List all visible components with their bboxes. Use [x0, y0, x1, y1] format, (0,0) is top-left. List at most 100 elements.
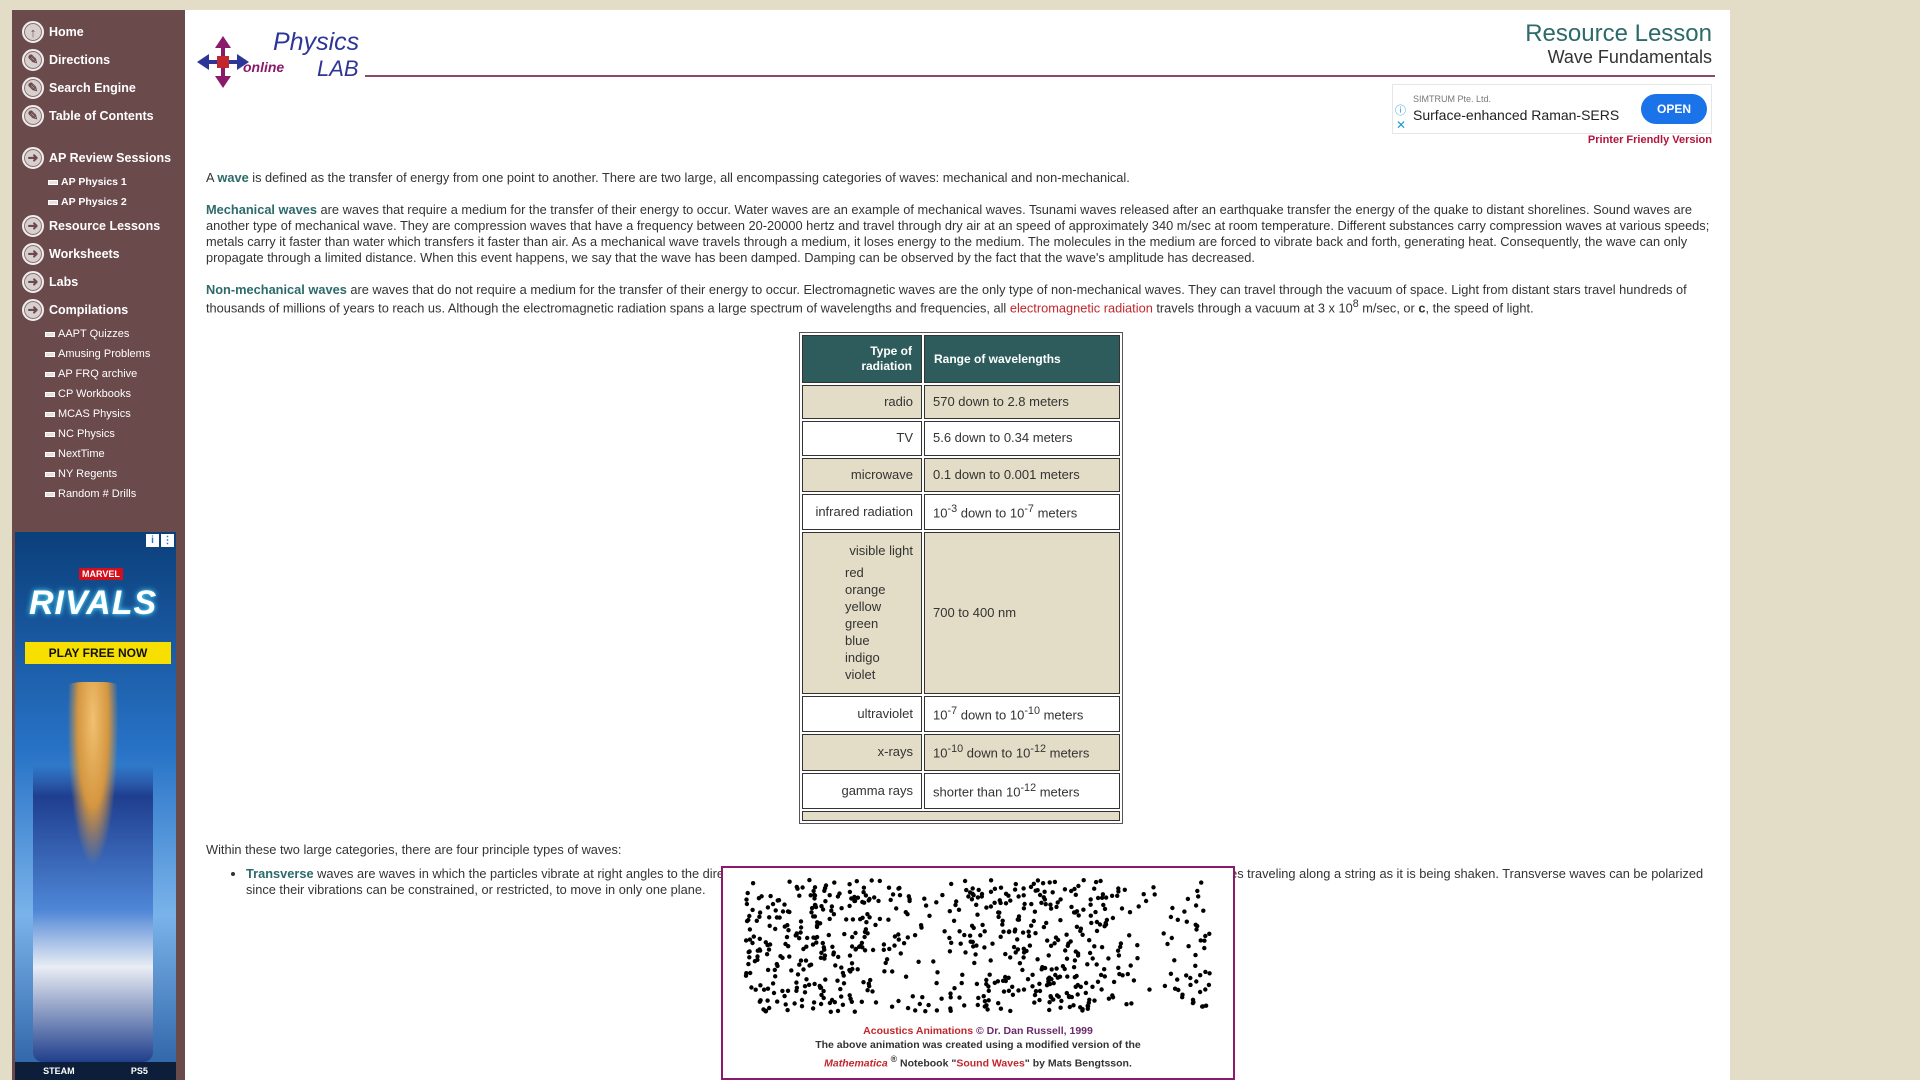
- nav-ap-review-sessions[interactable]: ➜ AP Review Sessions: [12, 144, 185, 172]
- printer-friendly-link[interactable]: Printer Friendly Version: [1588, 134, 1712, 146]
- particle-dot: [757, 999, 762, 1004]
- site-logo[interactable]: Physics online LAB: [195, 24, 365, 88]
- particle-dot: [855, 967, 860, 972]
- nav-ny-regents[interactable]: NY Regents: [12, 464, 185, 484]
- nav-table-of-contents[interactable]: ✎ Table of Contents: [12, 102, 185, 130]
- particle-dot: [838, 986, 843, 992]
- nav-sub-label: NY Regents: [58, 468, 118, 480]
- particle-dot: [795, 886, 800, 891]
- text: shorter than 10: [933, 784, 1021, 800]
- nav-mcas-physics[interactable]: MCAS Physics: [12, 404, 185, 424]
- close-icon[interactable]: ✕: [1396, 118, 1406, 132]
- nav-sub-label: AP Physics 1: [61, 176, 127, 188]
- particle-dot: [988, 958, 993, 963]
- particle-dot: [957, 995, 962, 1000]
- nav-sub-label: Amusing Problems: [58, 348, 151, 360]
- particle-dot: [1124, 1002, 1129, 1007]
- particle-dot: [1186, 944, 1191, 949]
- particle-dot: [862, 934, 867, 940]
- particle-dot: [798, 930, 803, 935]
- nav-label: Labs: [49, 275, 79, 289]
- particle-dot: [947, 935, 952, 941]
- nav-directions[interactable]: ✎ Directions: [12, 46, 185, 74]
- particle-dot: [1206, 982, 1212, 988]
- nav-resource-lessons[interactable]: ➜ Resource Lessons: [12, 212, 185, 240]
- particle-dot: [1001, 929, 1006, 934]
- particle-dot: [772, 967, 777, 973]
- particle-dot: [1056, 994, 1061, 999]
- particle-dot: [1021, 886, 1026, 891]
- ad-cta-button[interactable]: PLAY FREE NOW: [25, 642, 171, 664]
- nav-label: Compilations: [49, 303, 129, 317]
- particle-dot: [1065, 943, 1070, 948]
- nav-cp-workbooks[interactable]: CP Workbooks: [12, 384, 185, 404]
- info-icon[interactable]: i: [146, 534, 159, 547]
- nav-home[interactable]: ↑ Home: [12, 18, 185, 46]
- wavelength-range: 700 to 400 nm: [924, 532, 1120, 694]
- nav-search-engine[interactable]: ✎ Search Engine: [12, 74, 185, 102]
- wavelength-range: shorter than 10-12 meters: [924, 772, 1120, 810]
- particle-dot: [1050, 890, 1055, 895]
- nav-ap-physics-2[interactable]: AP Physics 2: [12, 192, 185, 212]
- particle-dot: [847, 889, 853, 895]
- particle-dot: [1175, 917, 1180, 922]
- mathematica-link[interactable]: Mathematica: [824, 1058, 888, 1070]
- table-row: TV 5.6 down to 0.34 meters: [802, 421, 1120, 456]
- menu-dots-icon[interactable]: ⋮: [161, 534, 174, 547]
- particle-dot: [1029, 923, 1034, 928]
- nav-aapt-quizzes[interactable]: AAPT Quizzes: [12, 324, 185, 344]
- acoustics-animations-link[interactable]: Acoustics Animations: [863, 1025, 973, 1037]
- particle-dot: [1165, 941, 1170, 947]
- ad-brand: MARVEL: [79, 568, 123, 580]
- particle-dot: [969, 923, 975, 928]
- particle-dot: [1074, 924, 1080, 929]
- particle-dot: [1033, 931, 1038, 936]
- nav-compilations[interactable]: ➜ Compilations: [12, 296, 185, 324]
- particle-dot: [1081, 878, 1086, 883]
- particle-dot: [1006, 988, 1012, 993]
- particle-dot: [986, 998, 991, 1003]
- em-radiation-link[interactable]: electromagnetic radiation: [1010, 300, 1153, 315]
- sound-waves-link[interactable]: Sound Waves: [956, 1058, 1024, 1070]
- particle-dot: [847, 882, 852, 887]
- particle-dot: [798, 925, 804, 930]
- dash-icon: [45, 491, 55, 497]
- ad-sponsor: SIMTRUM Pte. Ltd.: [1413, 94, 1492, 104]
- particle-dot: [766, 947, 772, 952]
- particle-dot: [1115, 948, 1121, 953]
- particle-dot: [789, 968, 794, 973]
- particle-dot: [912, 933, 918, 938]
- sidebar: ↑ Home ✎ Directions ✎ Search Engine ✎ Ta…: [12, 10, 185, 1080]
- ad-open-button[interactable]: OPEN: [1641, 94, 1707, 124]
- dash-icon: [45, 471, 55, 477]
- info-icon[interactable]: ⓘ: [1395, 102, 1406, 118]
- particle-dot: [808, 893, 813, 898]
- nav-ap-frq-archive[interactable]: AP FRQ archive: [12, 364, 185, 384]
- nav-ap-physics-1[interactable]: AP Physics 1: [12, 172, 185, 192]
- nav-sub-label: CP Workbooks: [58, 388, 131, 400]
- particle-dot: [926, 1002, 931, 1008]
- particle-dot: [1193, 952, 1198, 958]
- particle-dot: [1037, 988, 1043, 994]
- particle-dot: [746, 917, 751, 923]
- nav-nc-physics[interactable]: NC Physics: [12, 424, 185, 444]
- nav-labs[interactable]: ➜ Labs: [12, 268, 185, 296]
- nav-amusing-problems[interactable]: Amusing Problems: [12, 344, 185, 364]
- particle-dot: [775, 963, 780, 969]
- particle-dot: [1200, 1004, 1206, 1009]
- nav-label: Search Engine: [49, 81, 136, 95]
- nav-worksheets[interactable]: ➜ Worksheets: [12, 240, 185, 268]
- particle-dot: [1099, 945, 1105, 950]
- particle-dot: [1195, 888, 1200, 894]
- particle-dot: [948, 1006, 953, 1011]
- particle-dot: [1059, 998, 1064, 1004]
- nav-random-drills[interactable]: Random # Drills: [12, 484, 185, 504]
- side-advertisement[interactable]: i ⋮ MARVEL RIVALS PLAY FREE NOW STEAM PS…: [15, 532, 176, 1080]
- particle-dot: [1032, 1000, 1037, 1005]
- top-advertisement[interactable]: ⓘ ✕ SIMTRUM Pte. Ltd. Surface-enhanced R…: [1392, 84, 1712, 134]
- particle-dot: [1191, 1000, 1196, 1005]
- nav-nexttime[interactable]: NextTime: [12, 444, 185, 464]
- particle-dot: [1195, 923, 1200, 929]
- particle-dot: [883, 960, 888, 966]
- exponent: -7: [1024, 502, 1034, 515]
